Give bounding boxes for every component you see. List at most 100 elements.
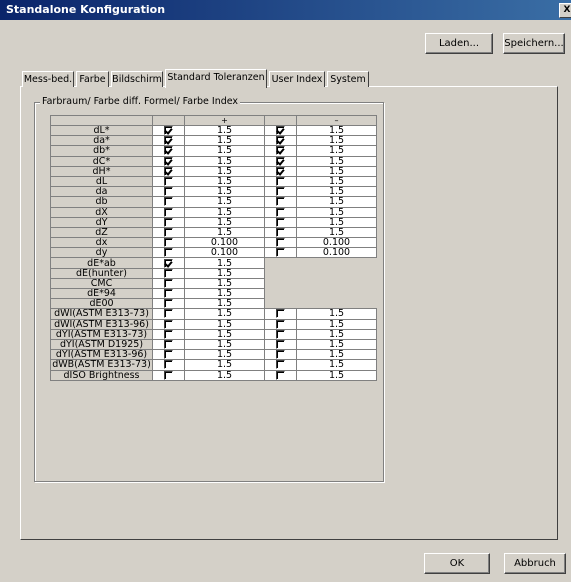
- minus-checkbox[interactable]: [276, 136, 285, 145]
- close-button[interactable]: X: [559, 3, 571, 18]
- minus-checkbox[interactable]: [276, 238, 285, 247]
- minus-value-input[interactable]: 1.5: [296, 165, 377, 177]
- plus-value-input[interactable]: 1.5: [184, 277, 265, 290]
- plus-checkbox[interactable]: [164, 197, 173, 206]
- plus-checkbox[interactable]: [164, 320, 173, 329]
- plus-value-input[interactable]: 1.5: [184, 349, 265, 361]
- plus-checkbox[interactable]: [164, 258, 173, 268]
- plus-value-input[interactable]: 1.5: [184, 369, 265, 381]
- plus-value-input[interactable]: 1.5: [184, 145, 265, 157]
- load-button[interactable]: Laden...: [425, 33, 493, 54]
- plus-value-input[interactable]: 1.5: [184, 165, 265, 177]
- minus-checkbox[interactable]: [276, 228, 285, 237]
- minus-value-input[interactable]: 1.5: [296, 175, 377, 188]
- minus-checkbox[interactable]: [276, 126, 285, 135]
- minus-value-input[interactable]: 1.5: [296, 145, 377, 157]
- minus-value-input[interactable]: 1.5: [296, 318, 377, 330]
- plus-checkbox[interactable]: [164, 167, 173, 176]
- minus-checkbox[interactable]: [276, 350, 285, 359]
- plus-value-input[interactable]: 1.5: [184, 328, 265, 340]
- plus-value-input[interactable]: 1.5: [184, 186, 265, 198]
- minus-checkbox[interactable]: [276, 187, 285, 196]
- minus-value-input[interactable]: 1.5: [296, 349, 377, 361]
- plus-checkbox[interactable]: [164, 309, 173, 319]
- plus-checkbox[interactable]: [164, 187, 173, 196]
- plus-value-input[interactable]: 1.5: [184, 216, 265, 228]
- minus-value-input[interactable]: 1.5: [296, 186, 377, 198]
- plus-value-input[interactable]: 1.5: [184, 308, 265, 320]
- plus-value-input[interactable]: 0.100: [184, 237, 265, 249]
- plus-checkbox[interactable]: [164, 269, 173, 278]
- minus-checkbox[interactable]: [276, 208, 285, 217]
- plus-checkbox[interactable]: [164, 208, 173, 217]
- plus-checkbox[interactable]: [164, 126, 173, 135]
- tab-user-index[interactable]: User Index: [269, 71, 325, 87]
- plus-value-input[interactable]: 1.5: [184, 267, 265, 279]
- minus-value-input[interactable]: 1.5: [296, 216, 377, 228]
- plus-value-input[interactable]: 1.5: [184, 257, 265, 269]
- plus-checkbox[interactable]: [164, 299, 173, 308]
- minus-checkbox[interactable]: [276, 167, 285, 176]
- plus-checkbox[interactable]: [164, 146, 173, 156]
- plus-value-input[interactable]: 1.5: [184, 155, 265, 167]
- minus-checkbox[interactable]: [276, 157, 285, 166]
- minus-checkbox[interactable]: [276, 320, 285, 329]
- minus-checkbox[interactable]: [276, 146, 285, 156]
- plus-checkbox[interactable]: [164, 218, 173, 227]
- ok-button[interactable]: OK: [424, 553, 490, 574]
- plus-value-input[interactable]: 1.5: [184, 206, 265, 218]
- plus-value-input[interactable]: 1.5: [184, 175, 265, 188]
- minus-value-input[interactable]: 1.5: [296, 196, 377, 208]
- tab-system[interactable]: System: [327, 71, 369, 87]
- minus-value-input[interactable]: 1.5: [296, 226, 377, 239]
- plus-value-input[interactable]: 0.100: [184, 247, 265, 259]
- plus-value-input[interactable]: 1.5: [184, 287, 265, 300]
- plus-value-input[interactable]: 1.5: [184, 196, 265, 208]
- plus-value-input[interactable]: 1.5: [184, 338, 265, 351]
- plus-checkbox[interactable]: [164, 177, 173, 186]
- minus-checkbox[interactable]: [276, 248, 285, 257]
- plus-checkbox[interactable]: [164, 157, 173, 166]
- minus-value-input[interactable]: 1.5: [296, 206, 377, 218]
- plus-value-input[interactable]: 1.5: [184, 124, 265, 137]
- plus-value-input[interactable]: 1.5: [184, 226, 265, 239]
- minus-value-input[interactable]: 1.5: [296, 359, 377, 371]
- tab-bildschirm[interactable]: Bildschirm: [111, 71, 163, 87]
- plus-checkbox[interactable]: [164, 228, 173, 237]
- minus-checkbox[interactable]: [276, 371, 285, 380]
- plus-value-input[interactable]: 1.5: [184, 135, 265, 147]
- minus-checkbox[interactable]: [276, 218, 285, 227]
- minus-value-input[interactable]: 0.100: [296, 247, 377, 259]
- plus-checkbox[interactable]: [164, 371, 173, 380]
- plus-checkbox[interactable]: [164, 136, 173, 145]
- plus-checkbox[interactable]: [164, 360, 173, 369]
- minus-value-input[interactable]: 1.5: [296, 308, 377, 320]
- minus-value-input[interactable]: 1.5: [296, 155, 377, 167]
- plus-checkbox[interactable]: [164, 330, 173, 339]
- plus-checkbox[interactable]: [164, 289, 173, 298]
- plus-value-input[interactable]: 1.5: [184, 359, 265, 371]
- minus-value-input[interactable]: 0.100: [296, 237, 377, 249]
- minus-value-input[interactable]: 1.5: [296, 124, 377, 137]
- tab-mess-bed[interactable]: Mess-bed.: [22, 71, 74, 87]
- save-button[interactable]: Speichern...: [503, 33, 565, 54]
- minus-checkbox[interactable]: [276, 360, 285, 369]
- plus-checkbox[interactable]: [164, 340, 173, 349]
- plus-value-input[interactable]: 1.5: [184, 298, 265, 310]
- minus-checkbox[interactable]: [276, 197, 285, 206]
- minus-checkbox[interactable]: [276, 340, 285, 349]
- minus-checkbox[interactable]: [276, 309, 285, 319]
- cancel-button[interactable]: Abbruch: [504, 553, 566, 574]
- minus-value-input[interactable]: 1.5: [296, 135, 377, 147]
- plus-checkbox[interactable]: [164, 248, 173, 257]
- plus-checkbox[interactable]: [164, 279, 173, 288]
- minus-checkbox[interactable]: [276, 330, 285, 339]
- minus-checkbox[interactable]: [276, 177, 285, 186]
- plus-checkbox[interactable]: [164, 238, 173, 247]
- minus-value-input[interactable]: 1.5: [296, 328, 377, 340]
- plus-checkbox[interactable]: [164, 350, 173, 359]
- plus-value-input[interactable]: 1.5: [184, 318, 265, 330]
- minus-value-input[interactable]: 1.5: [296, 369, 377, 381]
- minus-value-input[interactable]: 1.5: [296, 338, 377, 351]
- tab-standard-toleranzen[interactable]: Standard Toleranzen: [165, 69, 267, 88]
